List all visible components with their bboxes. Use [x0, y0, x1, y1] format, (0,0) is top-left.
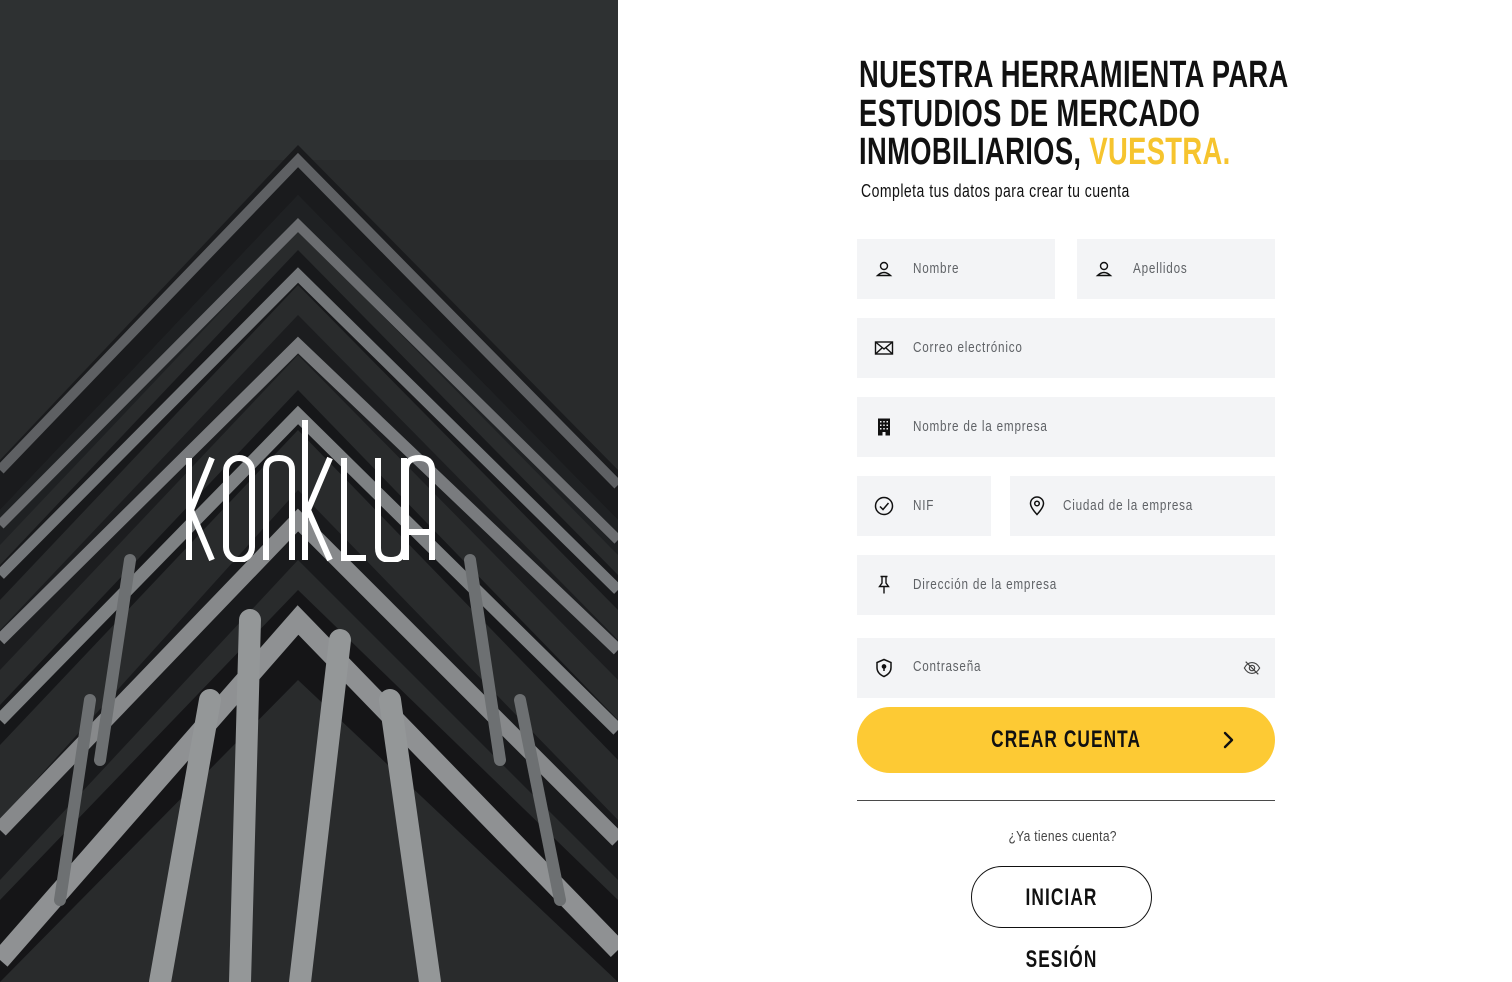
shield-lock-icon: [874, 658, 894, 678]
company-city-placeholder: Ciudad de la empresa: [1063, 497, 1194, 514]
check-circle-icon: [874, 496, 894, 516]
headline-line-2: ESTUDIOS DE MERCADO: [859, 92, 1201, 135]
divider: [857, 800, 1275, 801]
headline-line-3-prefix: INMOBILIARIOS,: [859, 131, 1082, 173]
hero-panel: [0, 0, 618, 982]
password-placeholder: Contraseña: [913, 658, 982, 675]
chevron-right-icon: [1218, 730, 1238, 750]
company-name-placeholder: Nombre de la empresa: [913, 418, 1048, 435]
password-field[interactable]: Contraseña: [857, 638, 1275, 698]
last-name-placeholder: Apellidos: [1133, 260, 1188, 277]
nif-placeholder: NIF: [913, 497, 935, 514]
company-name-field[interactable]: Nombre de la empresa: [857, 397, 1275, 457]
login-button[interactable]: INICIAR SESIÓN: [971, 866, 1152, 973]
map-pin-icon: [1027, 496, 1047, 516]
company-address-field[interactable]: Dirección de la empresa: [857, 555, 1275, 615]
building-icon: [874, 417, 894, 437]
eye-off-icon[interactable]: [1243, 659, 1261, 677]
email-placeholder: Correo electrónico: [913, 339, 1023, 356]
first-name-placeholder: Nombre: [913, 260, 960, 277]
email-field[interactable]: Correo electrónico: [857, 318, 1275, 378]
nif-field[interactable]: NIF: [857, 476, 991, 536]
konklua-logo: [186, 420, 436, 562]
company-address-placeholder: Dirección de la empresa: [913, 576, 1058, 593]
page-title: NUESTRA HERRAMIENTA PARA ESTUDIOS DE MER…: [859, 56, 1288, 172]
pushpin-icon: [874, 575, 894, 595]
last-name-field[interactable]: Apellidos: [1077, 239, 1275, 299]
first-name-field[interactable]: Nombre: [857, 239, 1055, 299]
login-label: INICIAR SESIÓN: [1025, 884, 1098, 973]
headline-line-1: NUESTRA HERRAMIENTA PARA: [859, 54, 1289, 96]
headline-line-3: INMOBILIARIOS, VUESTRA.: [859, 133, 1231, 172]
subtitle: Completa tus datos para crear tu cuenta: [861, 181, 1130, 201]
headline-accent: VUESTRA.: [1089, 131, 1231, 173]
create-account-label: CREAR CUENTA: [991, 726, 1141, 753]
envelope-icon: [874, 338, 894, 358]
user-icon: [1094, 259, 1114, 279]
create-account-button[interactable]: CREAR CUENTA: [857, 707, 1275, 773]
company-city-field[interactable]: Ciudad de la empresa: [1010, 476, 1275, 536]
have-account-text: ¿Ya tienes cuenta?: [1008, 828, 1118, 845]
user-icon: [874, 259, 894, 279]
